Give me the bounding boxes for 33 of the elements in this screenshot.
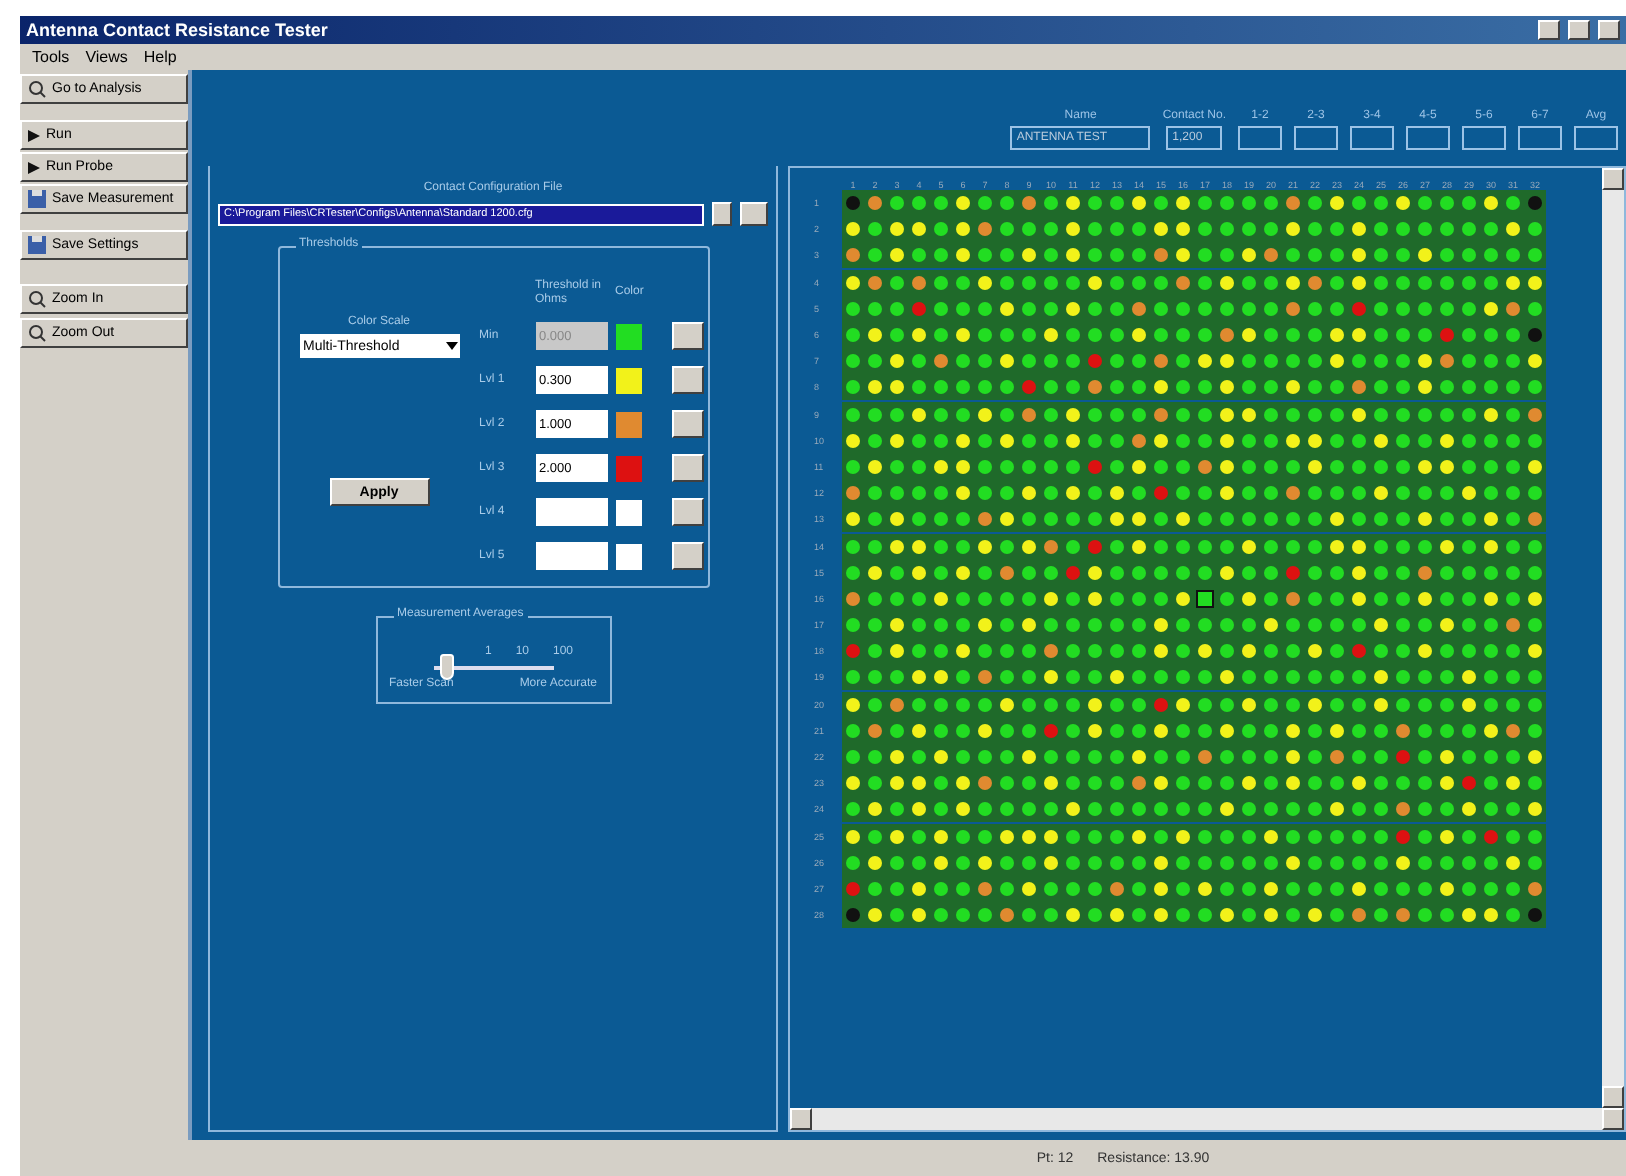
play-icon (28, 129, 40, 141)
threshold-field[interactable] (535, 542, 607, 571)
color-picker-button[interactable] (671, 366, 703, 395)
close-button[interactable] (1598, 20, 1620, 40)
color-picker-button[interactable] (671, 498, 703, 527)
color-picker-button[interactable] (671, 322, 703, 351)
input-field[interactable] (1574, 126, 1618, 150)
input-field[interactable] (1238, 126, 1282, 150)
menu-item[interactable]: Views (85, 48, 128, 66)
window-title: Antenna Contact Resistance Tester (26, 20, 330, 40)
magnifier-icon (28, 290, 46, 308)
input-field[interactable] (1294, 126, 1338, 150)
color-picker-button[interactable] (671, 410, 703, 439)
magnifier-icon (28, 324, 46, 342)
maximize-button[interactable] (1568, 20, 1590, 40)
input-field[interactable] (1350, 126, 1394, 150)
menu-item[interactable]: Help (143, 48, 177, 66)
horizontal-scrollbar[interactable] (790, 1108, 1624, 1130)
magnifier-icon (28, 80, 46, 98)
input-field[interactable] (1406, 126, 1450, 150)
color-picker-button[interactable] (671, 542, 703, 571)
dropdown-button[interactable] (712, 202, 732, 226)
input-field[interactable] (1518, 126, 1562, 150)
browse-button[interactable] (740, 202, 768, 226)
caret-icon (445, 342, 457, 350)
minimize-button[interactable] (1538, 20, 1560, 40)
menu-item[interactable]: Tools (32, 48, 70, 66)
threshold-field[interactable] (535, 498, 607, 527)
color-picker-button[interactable] (671, 454, 703, 483)
play-icon (28, 161, 40, 173)
input-field[interactable] (1462, 126, 1506, 150)
slider-thumb[interactable] (439, 654, 453, 681)
vertical-scrollbar[interactable] (1602, 168, 1624, 1108)
